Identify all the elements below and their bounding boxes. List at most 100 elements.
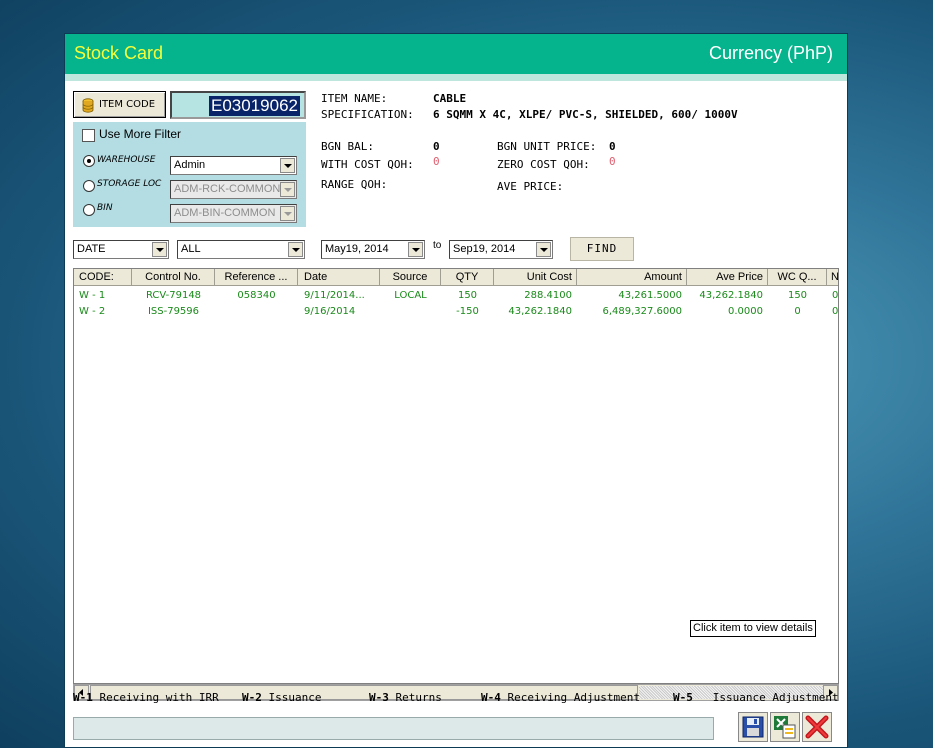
column-header-code[interactable]: CODE: — [74, 269, 132, 286]
legend-code: W-5 — [673, 691, 693, 704]
export-excel-icon — [774, 716, 796, 739]
grid-cell-ave-price[interactable]: 0.0000 — [687, 304, 763, 320]
chevron-down-icon[interactable] — [280, 182, 295, 197]
save-icon — [742, 716, 764, 738]
storage-loc-label: STORAGE LOC — [97, 179, 162, 189]
grid-cell-amount[interactable]: 6,489,327.6000 — [577, 304, 682, 320]
column-header-ave-price[interactable]: Ave Price — [687, 269, 768, 286]
currency-label: Currency (PhP) — [708, 43, 833, 63]
column-header-amount[interactable]: Amount — [577, 269, 687, 286]
storage-loc-select[interactable]: ADM-RCK-COMMON — [170, 180, 297, 199]
grid-cell-qty[interactable]: 150 — [441, 288, 494, 304]
specification-value: 6 SQMM X 4C, XLPE/ PVC-S, SHIELDED, 600/… — [433, 108, 738, 121]
grid-cell-wc-qoh[interactable]: 0 — [768, 304, 827, 320]
ave-price-label: AVE PRICE: — [497, 180, 564, 193]
bgn-unit-price-label: BGN UNIT PRICE: — [497, 140, 597, 153]
warehouse-radio[interactable] — [83, 155, 95, 167]
save-button[interactable] — [738, 712, 768, 742]
date-to-value: Sep19, 2014 — [453, 243, 516, 255]
grid-cell-n[interactable]: 0 — [832, 304, 838, 320]
legend-item-w2: W-2 Issuance — [242, 691, 321, 704]
bin-radio[interactable] — [83, 204, 95, 216]
chevron-down-icon[interactable] — [280, 158, 295, 173]
date-from-picker[interactable]: May19, 2014 — [321, 240, 425, 259]
legend-code: W-4 — [481, 691, 501, 704]
bin-select[interactable]: ADM-BIN-COMMON — [170, 204, 297, 223]
date-from-value: May19, 2014 — [325, 243, 389, 255]
grid-cell-n[interactable]: 0 — [832, 288, 838, 304]
grid-cell-reference[interactable] — [215, 304, 298, 320]
column-header-wc-qoh[interactable]: WC Q... — [768, 269, 827, 286]
item-name-label: ITEM NAME: — [321, 92, 388, 105]
filter-panel: Use More Filter WAREHOUSE Admin STORAGE … — [73, 122, 306, 227]
column-header-qty[interactable]: QTY — [441, 269, 494, 286]
column-header-date[interactable]: Date — [298, 269, 380, 286]
with-cost-qoh-value: 0 — [433, 155, 440, 168]
grid-cell-wc-qoh[interactable]: 150 — [768, 288, 827, 304]
use-more-filter-label: Use More Filter — [99, 127, 182, 141]
item-code-value: E03019062 — [209, 96, 300, 116]
grid-cell-reference[interactable]: 058340 — [215, 288, 298, 304]
grid-cell-source[interactable] — [380, 304, 441, 320]
grid-cell-unit-cost[interactable]: 43,262.1840 — [494, 304, 572, 320]
column-header-unit-cost[interactable]: Unit Cost — [494, 269, 577, 286]
legend-code: W-1 — [73, 691, 93, 704]
legend-label: Issuance — [268, 691, 322, 704]
legend-item-w3: W-3 Returns — [369, 691, 442, 704]
column-header-n[interactable]: N — [827, 269, 838, 286]
grid-cell-source[interactable]: LOCAL — [380, 288, 441, 304]
item-code-button[interactable]: ITEM CODE — [73, 91, 166, 118]
column-header-source[interactable]: Source — [380, 269, 441, 286]
zero-cost-qoh-label: ZERO COST QOH: — [497, 158, 590, 171]
chevron-down-icon[interactable] — [280, 206, 295, 221]
with-cost-qoh-label: WITH COST QOH: — [321, 158, 414, 171]
bgn-bal-label: BGN BAL: — [321, 140, 374, 153]
bin-label: BIN — [97, 203, 113, 213]
bgn-bal-value: 0 — [433, 140, 440, 153]
grid-cell-code[interactable]: W - 1 — [79, 288, 105, 304]
grid-cell-control-no[interactable]: RCV-79148 — [132, 288, 215, 304]
title-underline — [65, 74, 847, 81]
database-icon — [82, 98, 94, 113]
chevron-down-icon[interactable] — [536, 242, 551, 257]
grid-cell-qty[interactable]: -150 — [441, 304, 494, 320]
grid-tooltip: Click item to view details — [690, 620, 816, 637]
chevron-down-icon[interactable] — [152, 242, 167, 257]
export-excel-button[interactable] — [770, 712, 800, 742]
range-qoh-label: RANGE QOH: — [321, 178, 388, 191]
grid-cell-amount[interactable]: 43,261.5000 — [577, 288, 682, 304]
storage-loc-radio[interactable] — [83, 180, 95, 192]
close-button[interactable] — [802, 712, 832, 742]
date-type-value: DATE — [77, 243, 106, 255]
legend-label: Receiving with IRR — [99, 691, 219, 704]
grid-cell-date[interactable]: 9/16/2014 — [304, 304, 380, 320]
grid-cell-ave-price[interactable]: 43,262.1840 — [687, 288, 763, 304]
grid-cell-date[interactable]: 9/11/2014... — [304, 288, 380, 304]
zero-cost-qoh-value: 0 — [609, 155, 616, 168]
grid-header: CODE: Control No. Reference ... Date Sou… — [74, 269, 838, 286]
grid-cell-code[interactable]: W - 2 — [79, 304, 105, 320]
legend-label: Issuance Adjustment — [712, 691, 839, 704]
bin-select-value: ADM-BIN-COMMON — [174, 207, 276, 219]
scope-select[interactable]: ALL — [177, 240, 305, 259]
chevron-down-icon[interactable] — [408, 242, 423, 257]
warehouse-label: WAREHOUSE — [97, 155, 156, 165]
column-header-reference[interactable]: Reference ... — [215, 269, 298, 286]
warehouse-select[interactable]: Admin — [170, 156, 297, 175]
to-label: to — [433, 240, 442, 251]
window-title: Stock Card — [74, 43, 164, 63]
legend-code: W-3 — [369, 691, 389, 704]
item-code-field[interactable]: E03019062 — [170, 91, 306, 119]
find-button[interactable]: FIND — [570, 237, 634, 261]
column-header-control-no[interactable]: Control No. — [132, 269, 215, 286]
chevron-down-icon[interactable] — [288, 242, 303, 257]
warehouse-select-value: Admin — [174, 159, 206, 171]
use-more-filter-checkbox[interactable] — [82, 129, 95, 142]
date-to-picker[interactable]: Sep19, 2014 — [449, 240, 553, 259]
item-code-button-label: ITEM CODE — [99, 99, 156, 110]
grid-cell-unit-cost[interactable]: 288.4100 — [494, 288, 572, 304]
storage-loc-select-value: ADM-RCK-COMMON — [174, 183, 281, 195]
title-bar: Stock Card Currency (PhP) — [65, 34, 847, 74]
grid-cell-control-no[interactable]: ISS-79596 — [132, 304, 215, 320]
date-type-select[interactable]: DATE — [73, 240, 169, 259]
